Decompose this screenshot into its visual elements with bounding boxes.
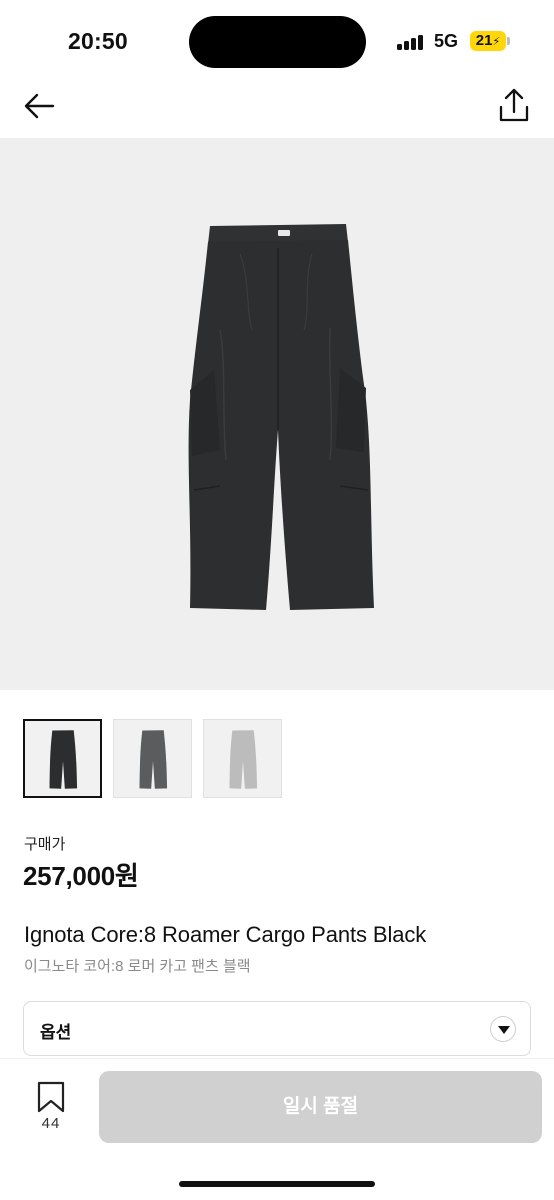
bookmark-icon bbox=[37, 1081, 65, 1113]
price-label: 구매가 bbox=[24, 836, 66, 853]
thumbnail-2[interactable] bbox=[113, 719, 192, 798]
bottom-action-bar: 44 일시 품절 bbox=[0, 1058, 554, 1200]
share-button[interactable] bbox=[494, 84, 534, 128]
option-select[interactable]: 옵션 bbox=[23, 1001, 531, 1056]
product-title-ko: 이그노타 코어:8 로머 카고 팬츠 블랙 bbox=[24, 958, 251, 975]
battery-cap bbox=[507, 37, 510, 45]
wishlist-button[interactable]: 44 bbox=[26, 1081, 76, 1141]
thumbnail-image-grey bbox=[139, 729, 167, 789]
dynamic-island bbox=[189, 16, 366, 68]
thumbnail-3[interactable] bbox=[203, 719, 282, 798]
wishlist-count: 44 bbox=[41, 1115, 61, 1132]
chevron-down-icon bbox=[490, 1016, 516, 1042]
signal-icon bbox=[397, 34, 427, 50]
battery-icon: 21⚡ bbox=[470, 31, 506, 51]
battery-level: 21 bbox=[475, 32, 493, 49]
back-button[interactable] bbox=[20, 86, 60, 126]
nav-bar bbox=[0, 80, 554, 136]
sold-out-button[interactable]: 일시 품절 bbox=[99, 1071, 542, 1143]
status-time: 20:50 bbox=[68, 28, 128, 54]
home-indicator bbox=[179, 1181, 375, 1187]
price: 257,000원 bbox=[23, 861, 139, 891]
network-type: 5G bbox=[434, 31, 459, 51]
cargo-pants-image bbox=[188, 224, 374, 610]
status-bar: 20:50 5G 21⚡ bbox=[0, 0, 554, 80]
thumbnail-image-light-grey bbox=[229, 729, 257, 789]
arrow-left-icon bbox=[24, 93, 55, 119]
product-title-en: Ignota Core:8 Roamer Cargo Pants Black bbox=[24, 922, 427, 947]
product-image[interactable] bbox=[0, 138, 554, 690]
option-label: 옵션 bbox=[40, 1023, 72, 1042]
thumbnail-image-black bbox=[49, 729, 77, 789]
thumbnail-1[interactable] bbox=[23, 719, 102, 798]
share-icon bbox=[499, 88, 529, 122]
